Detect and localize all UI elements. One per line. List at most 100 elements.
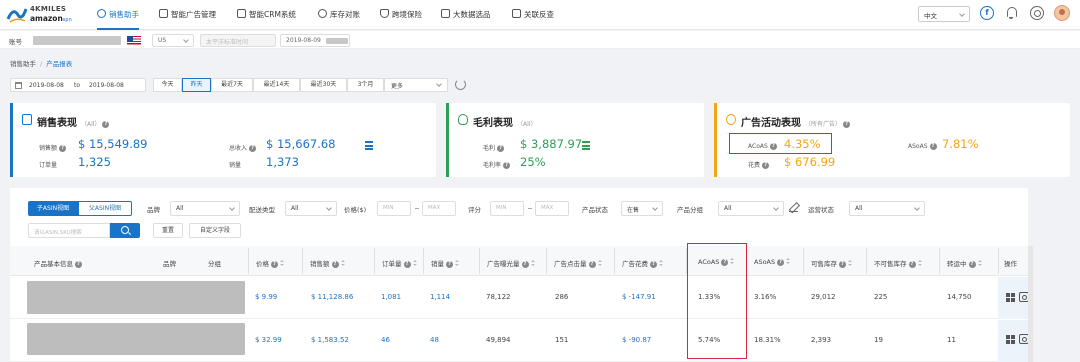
date-range-picker[interactable]: 2019-08-08 to 2019-08-08 [10, 78, 146, 92]
cell-impressions: 78,122 [486, 293, 511, 301]
inventory-icon [318, 9, 327, 18]
avatar[interactable] [1054, 5, 1070, 21]
cell-asoas: 3.16% [754, 293, 777, 301]
grid-icon[interactable] [1006, 293, 1015, 302]
quick-14days[interactable]: 最近14天 [253, 78, 300, 92]
quick-3months[interactable]: 3个月 [347, 78, 384, 92]
brand-select[interactable]: All [170, 201, 240, 216]
bell-icon[interactable] [1005, 6, 1019, 20]
date-start: 2019-08-08 [29, 82, 64, 89]
col-impressions[interactable]: 广告曝光量? [487, 258, 535, 268]
gross-margin-label: 毛利率? [483, 160, 511, 169]
ad-icon [159, 9, 168, 18]
grid-icon[interactable] [1006, 335, 1015, 344]
orders-value: 1,325 [78, 155, 111, 169]
nav-reverse-lookup[interactable]: 关联反查 [512, 9, 554, 23]
rating-min-input[interactable]: MIN [490, 201, 524, 216]
sales-card: 销售表现 （All）? 销售额? $ 15,549.89 总收入? $ 15,66… [10, 103, 436, 177]
nav-crm[interactable]: 智能CRM系统 [237, 9, 296, 23]
edit-icon[interactable] [789, 203, 798, 212]
date-end: 2019-08-08 [89, 82, 124, 89]
product-info-redacted[interactable] [27, 323, 245, 355]
col-asoas[interactable]: ASoAS? [754, 258, 791, 266]
rating-max-input[interactable]: MAX [535, 201, 569, 216]
quick-yesterday[interactable]: 昨天 [182, 78, 211, 92]
sort-icon [280, 260, 284, 267]
col-clicks[interactable]: 广告点击量? [554, 258, 602, 268]
settings-icon[interactable] [1030, 6, 1044, 20]
orders-label: 订单量 [39, 162, 58, 169]
facebook-icon[interactable]: f [980, 6, 994, 20]
child-asin-view-tab[interactable]: 子ASIN视图 [28, 201, 78, 216]
sort-icon [530, 260, 535, 267]
detail-list-icon[interactable] [365, 141, 373, 150]
cell-sellable-stock: 2,393 [811, 336, 832, 344]
date-to: to [74, 82, 81, 89]
product-group-select[interactable]: All [718, 201, 784, 216]
quick-more-select[interactable]: 更多 [384, 78, 448, 92]
quick-7days[interactable]: 最近7天 [211, 78, 253, 92]
timezone-select: 太平洋标准时间 [200, 34, 276, 47]
breadcrumb-separator: / [40, 60, 43, 68]
price-max-input[interactable]: MAX [422, 201, 456, 216]
country-select[interactable]: US [152, 34, 194, 47]
custom-fields-button[interactable]: 自定义字段 [189, 223, 241, 238]
sales-label: 销售额? [39, 143, 67, 152]
col-product-info: 产品基本信息? [34, 258, 82, 268]
sales-card-title: 销售表现 （All）? [37, 114, 110, 129]
cell-sales: $ 1,583.52 [311, 336, 349, 344]
col-sales[interactable]: 销售额? [310, 258, 345, 268]
refresh-icon[interactable] [455, 79, 466, 90]
breadcrumb-current: 产品报表 [46, 60, 73, 68]
asin-sku-search-input[interactable]: 请以ASIN,SKU搜索 [28, 223, 110, 238]
col-orders[interactable]: 订单量? [382, 258, 417, 268]
account-select-redacted[interactable] [33, 36, 121, 45]
col-price[interactable]: 价格? [256, 258, 284, 268]
nav-ad-management[interactable]: 智能广告管理 [159, 9, 216, 23]
col-sellable-stock[interactable]: 可售库存? [811, 258, 852, 268]
revenue-label: 总收入? [229, 143, 257, 152]
shipping-type-select[interactable]: All [285, 201, 337, 216]
col-inbound[interactable]: 转运中? [947, 258, 982, 268]
rating-label: 评分 [468, 206, 481, 214]
profit-card-title: 毛利表现 （All） [473, 118, 537, 129]
col-units[interactable]: 销量? [431, 258, 459, 268]
shipping-type-label: 配送类型 [249, 206, 275, 214]
col-ad-spend[interactable]: 广告花费? [622, 258, 663, 268]
help-icon: ? [762, 162, 770, 169]
detail-list-icon[interactable] [582, 141, 590, 150]
product-info-redacted[interactable] [27, 281, 245, 314]
product-group-label: 产品分组 [677, 206, 703, 214]
nav-big-data[interactable]: 大数据选品 [441, 9, 491, 23]
cell-asoas: 18.31% [754, 336, 781, 344]
acoas-column-highlight-box [687, 243, 747, 359]
logo-amazon: amazonspn [30, 14, 72, 23]
col-unsellable-stock[interactable]: 不可售库存? [874, 258, 922, 268]
cell-unsellable-stock: 19 [874, 336, 883, 344]
sales-value: $ 15,549.89 [78, 137, 148, 151]
ads-card-title: 广告活动表现 （所有广告）? [741, 114, 851, 129]
nav-inventory[interactable]: 库存对账 [318, 9, 360, 23]
search-button[interactable] [110, 223, 140, 238]
quick-today[interactable]: 今天 [153, 78, 182, 92]
breadcrumb-root[interactable]: 销售助手 [10, 60, 36, 68]
price-min-input[interactable]: MIN [377, 201, 411, 216]
logo-brand: 4KMILES [30, 5, 67, 13]
logo[interactable]: 4KMILES amazonspn [6, 3, 78, 27]
sort-icon [412, 260, 417, 267]
logo-mark-icon [6, 8, 28, 23]
money-bag-icon [458, 114, 468, 125]
profit-card: 毛利表现 （All） 毛利? $ 3,887.97 毛利率? 25% [446, 103, 704, 177]
pie-chart-icon [726, 114, 736, 125]
operation-status-select[interactable]: All [849, 201, 925, 216]
table-scrollbar[interactable] [1028, 246, 1033, 362]
sort-icon [455, 260, 459, 267]
operation-status-label: 运营状态 [808, 206, 834, 214]
product-status-select[interactable]: 在售 [621, 201, 663, 216]
nav-sales-assistant[interactable]: 销售助手 [97, 9, 139, 30]
reset-button[interactable]: 重置 [153, 223, 183, 238]
language-select[interactable]: 中文 [918, 6, 970, 22]
parent-asin-view-tab[interactable]: 父ASIN视图 [78, 201, 132, 216]
quick-30days[interactable]: 最近30天 [300, 78, 347, 92]
nav-insurance[interactable]: 跨境保险 [380, 9, 422, 23]
